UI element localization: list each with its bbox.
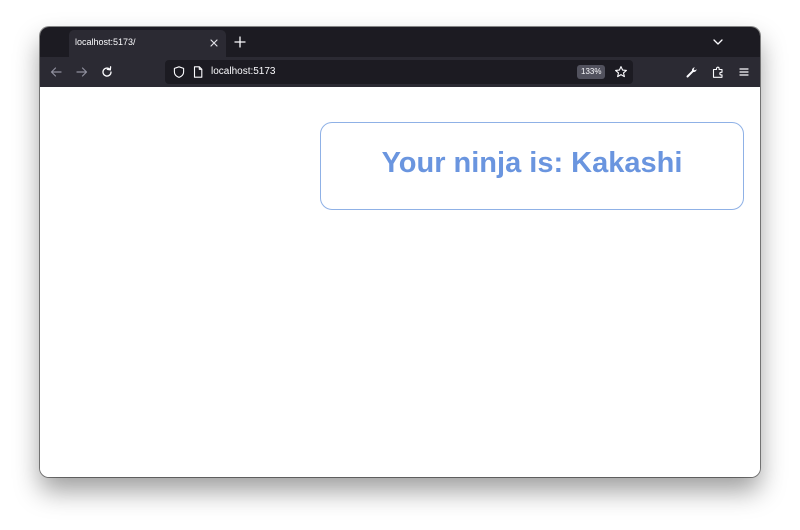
puzzle-icon[interactable] [711,65,725,79]
tab-title: localhost:5173/ [75,37,136,47]
chevron-down-icon[interactable] [711,35,725,49]
star-icon[interactable] [614,65,628,79]
reload-icon[interactable] [100,65,114,79]
page-icon[interactable] [191,65,205,79]
shield-icon[interactable] [172,65,186,79]
tab-localhost[interactable]: localhost:5173/ [69,30,226,57]
ninja-card: Your ninja is: Kakashi [320,122,744,210]
browser-window: localhost:5173/ localhost:5173 133% Your… [40,27,760,477]
close-icon[interactable] [207,36,221,50]
url-bar[interactable]: localhost:5173 133% [165,60,633,84]
tab-strip: localhost:5173/ [40,27,760,57]
ninja-heading: Your ninja is: Kakashi [381,147,683,179]
navigation-toolbar: localhost:5173 133% [40,57,760,87]
zoom-level-badge[interactable]: 133% [577,65,606,79]
wrench-icon[interactable] [685,65,699,79]
hamburger-menu-icon[interactable] [737,65,751,79]
arrow-left-icon[interactable] [49,65,63,79]
page-content: Your ninja is: Kakashi [40,87,760,477]
url-text[interactable]: localhost:5173 [211,66,276,77]
arrow-right-icon[interactable] [75,65,89,79]
plus-icon[interactable] [233,35,247,49]
